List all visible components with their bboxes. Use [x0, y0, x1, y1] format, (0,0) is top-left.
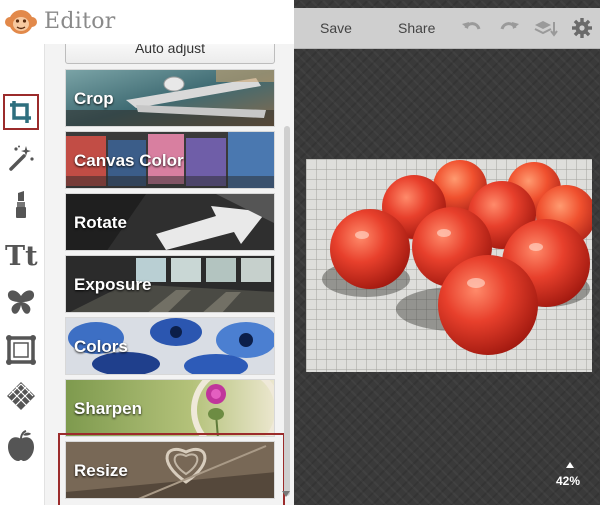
panel-scrollbar[interactable]: [280, 44, 293, 505]
lipstick-icon: [16, 191, 26, 218]
menu-item-label: Resize: [74, 461, 128, 480]
frames-tool[interactable]: [3, 332, 39, 368]
canvas-toolbar: Save Share: [294, 8, 600, 49]
scrollbar-thumb[interactable]: [284, 126, 290, 496]
menu-item-label: Sharpen: [74, 399, 143, 418]
menu-item-resize[interactable]: Resize: [65, 441, 275, 499]
monkey-logo-icon[interactable]: [4, 8, 38, 36]
share-button[interactable]: Share: [398, 8, 435, 48]
gear-icon[interactable]: [572, 18, 592, 38]
touch-up-tool[interactable]: [3, 186, 39, 222]
menu-item-colors[interactable]: Colors: [65, 317, 275, 375]
menu-item-label: Colors: [74, 337, 128, 356]
overlays-tool[interactable]: [3, 284, 39, 320]
zoom-level[interactable]: 42%: [556, 474, 580, 488]
texture-icon: [7, 382, 35, 410]
crop-tool[interactable]: [3, 94, 39, 130]
textures-tool[interactable]: [3, 378, 39, 414]
menu-item-exposure[interactable]: Exposure: [65, 255, 275, 313]
menu-item-label: Rotate: [74, 213, 127, 232]
svg-text:Tt: Tt: [5, 241, 38, 269]
text-tool[interactable]: Tt: [3, 236, 39, 272]
app-header: Editor: [0, 0, 294, 44]
menu-item-rotate[interactable]: Rotate: [65, 193, 275, 251]
save-button[interactable]: Save: [320, 8, 352, 48]
menu-item-canvas-color[interactable]: Canvas Color: [65, 131, 275, 189]
edit-menu-panel: Auto adjust Crop Canvas Color Rotate Exp…: [45, 44, 294, 505]
menu-item-sharpen[interactable]: Sharpen: [65, 379, 275, 437]
menu-item-label: Exposure: [74, 275, 152, 294]
menu-item-label: Crop: [74, 89, 114, 108]
layers-icon[interactable]: [534, 19, 558, 37]
tomatoes-photo: [306, 159, 592, 372]
menu-item-crop[interactable]: Crop: [65, 69, 275, 127]
menu-item-label: Canvas Color: [74, 151, 184, 170]
app-title: Editor: [44, 9, 116, 34]
seasonal-tool[interactable]: [3, 428, 39, 464]
canvas-area: Save Share 42%: [294, 0, 600, 505]
bottom-strip: [0, 505, 600, 530]
tool-rail: Tt: [0, 44, 44, 530]
auto-adjust-button[interactable]: Auto adjust: [65, 44, 275, 64]
zoom-up-arrow-icon[interactable]: [566, 462, 574, 468]
photo-canvas[interactable]: [306, 159, 592, 372]
magic-wand-icon: [9, 145, 34, 171]
frame-icon: [6, 335, 36, 365]
crop-icon: [10, 101, 31, 123]
text-tt-icon: Tt: [5, 241, 38, 269]
butterfly-icon: [7, 290, 35, 314]
scroll-down-arrow-icon[interactable]: [282, 491, 290, 497]
apple-icon: [8, 430, 34, 461]
redo-icon[interactable]: [499, 19, 519, 37]
effects-tool[interactable]: [3, 140, 39, 176]
undo-icon[interactable]: [462, 19, 482, 37]
